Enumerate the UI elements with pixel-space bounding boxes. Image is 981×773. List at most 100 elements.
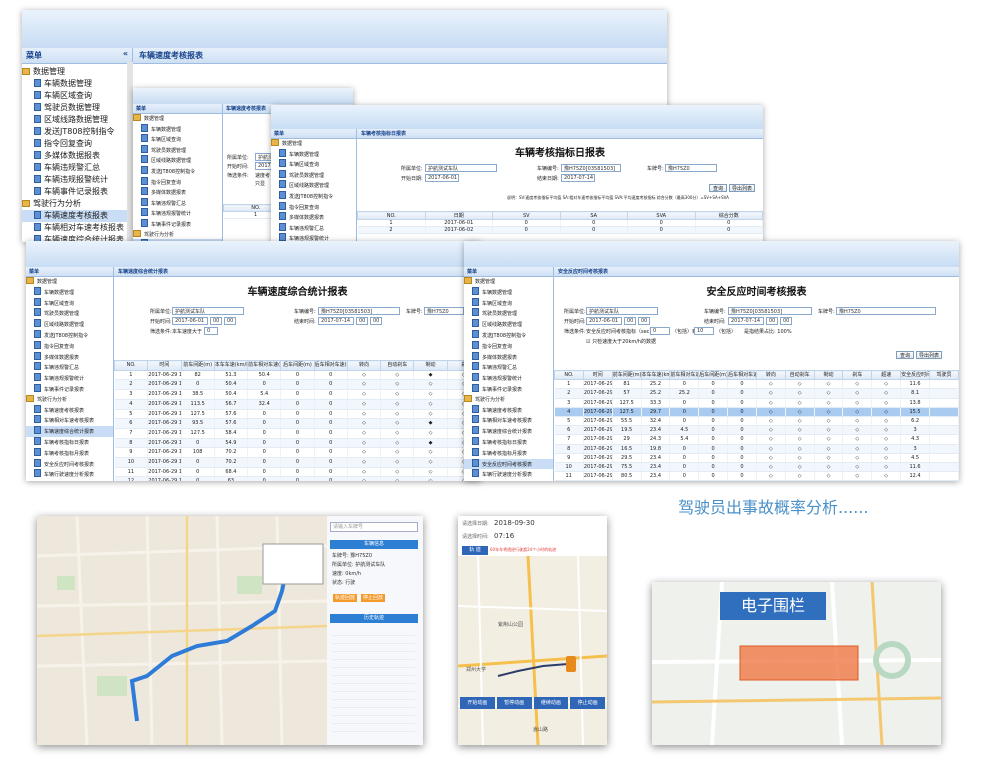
max-reaction-input[interactable]: 10 <box>694 327 714 335</box>
tree-item[interactable]: 发送JT808控制指令 <box>26 329 113 341</box>
speed-only-checkbox[interactable]: ☑ 只检速度大于20km/h的数据 <box>586 338 656 345</box>
tree-item[interactable]: 车辆区域查询 <box>26 297 113 309</box>
tree-item[interactable]: 驾驶员数据管理 <box>22 102 132 114</box>
tree-item[interactable]: 车辆行驶速度分析报表 <box>464 469 553 480</box>
table-row[interactable]: 22017-06-29 17:58:48050.4000◇◇◇◇ <box>114 379 481 391</box>
tree-item[interactable]: 驾驶员数据管理 <box>271 169 356 181</box>
tree-group[interactable]: 驾驶行为分析 <box>22 198 132 210</box>
table-row[interactable]: 112017-06-29 18:04:0680.523.4000◇◇◇◇◇12.… <box>554 471 959 481</box>
table-row[interactable]: 112017-06-29 13:59:22068.4000◇◇◇◇ <box>114 467 481 478</box>
start-date-input[interactable]: 2017-06-01 <box>425 174 459 182</box>
column-header[interactable]: 后车间距(m) <box>280 360 315 371</box>
animation-button[interactable]: 停止动画 <box>570 697 605 709</box>
car-select[interactable]: 豫H75Z0[03581503] <box>728 307 812 315</box>
tree-item[interactable]: 发送JT808控制指令 <box>22 126 132 138</box>
end-date-input[interactable]: 2017-07-14 <box>561 174 595 182</box>
end-hour-select[interactable]: 00 <box>356 317 368 325</box>
tree-item[interactable]: 区域线路数据管理 <box>22 114 132 126</box>
tree-item[interactable]: 车辆速度综合统计报表 <box>26 426 113 437</box>
tree-item[interactable]: 车辆区域查询 <box>271 159 356 170</box>
column-header[interactable]: 时间 <box>147 360 182 371</box>
tree-item[interactable]: 车辆考核指标日报表 <box>26 436 113 448</box>
replay-button[interactable]: 轨迹回放 <box>333 594 357 602</box>
tree-item[interactable]: 车辆违规报警统计 <box>464 373 553 384</box>
tree-item[interactable]: 车辆速度考核报表 <box>464 404 553 416</box>
tree-item[interactable]: 车辆行驶速度分析报表 <box>26 469 113 480</box>
column-header[interactable]: SV <box>492 211 561 220</box>
tree-item[interactable]: 车辆相对车速考核报表 <box>22 222 132 234</box>
tree-item[interactable]: 指令回复查询 <box>271 201 356 213</box>
tree-group[interactable]: 数据管理 <box>464 277 553 287</box>
tree-item[interactable]: 发送JT808控制指令 <box>464 329 553 341</box>
tree-item[interactable]: 车辆违规警汇总 <box>22 162 132 174</box>
export-button[interactable]: 导出列表 <box>916 351 942 359</box>
table-row[interactable]: 12017-06-29 18:05:428125.2000◇◇◇◇◇11.6 <box>554 379 959 390</box>
table-row[interactable]: 92017-06-29 18:04:3129.523.4000◇◇◇◇◇4.5 <box>554 453 959 464</box>
animation-button[interactable]: 开始动画 <box>460 697 495 709</box>
table-row[interactable]: 72017-06-29 17:48:11127.558.4000◇◇◇◇ <box>114 428 481 439</box>
tree-item[interactable]: 车辆数据管理 <box>464 286 553 298</box>
table-row[interactable]: 122017-06-29 13:59:22063000◇◇◇◇ <box>114 476 481 481</box>
column-header[interactable]: 时间 <box>582 369 613 381</box>
tree-item[interactable]: 车辆违规警汇总 <box>26 362 113 373</box>
track-tab[interactable]: 轨 迹 <box>462 546 488 555</box>
start-date-input[interactable]: 2017-06-01 <box>172 317 208 325</box>
tree-item[interactable]: 车辆数据管理 <box>22 78 132 90</box>
table-row[interactable]: 102017-06-29 18:04:1175.523.4000◇◇◇◇◇11.… <box>554 462 959 473</box>
tree-item[interactable]: 车辆数据管理 <box>133 123 222 135</box>
table-row[interactable]: 62017-06-29 17:48:1693.557.6000◇◇◆◇ <box>114 418 481 429</box>
table-row[interactable]: 62017-06-29 18:05:0119.523.44.500◇◇◇◇◇3 <box>554 425 959 436</box>
tree-item[interactable]: 指令回复查询 <box>133 176 222 188</box>
table-row[interactable]: 92017-06-29 13:59:2910870.2000◇◇◇◇ <box>114 447 481 459</box>
tree-item[interactable]: 车辆速度考核报表 <box>22 210 132 222</box>
column-header[interactable]: 前车相对车速(km/h) <box>247 360 282 371</box>
table-row[interactable]: 52017-06-29 17:58:18127.557.6000◇◇◇◇ <box>114 409 481 420</box>
tree-item[interactable]: 车辆违规报警统计 <box>22 174 132 186</box>
tree-group[interactable]: 驾驶行为分析 <box>26 394 113 405</box>
tree-item[interactable]: 车辆速度综合统计报表 <box>464 426 553 437</box>
tree-item[interactable]: 车辆数据管理 <box>271 148 356 160</box>
plate-input[interactable]: 豫H75Z0 <box>424 307 464 315</box>
car-select[interactable]: 豫H75Z0[03581503] <box>561 164 621 172</box>
column-header[interactable]: 后车相对车速(km/h) <box>727 369 757 381</box>
query-button[interactable]: 查询 <box>709 184 727 192</box>
column-header[interactable]: 超速 <box>871 369 902 381</box>
tree-item[interactable]: 车辆事件记录报表 <box>464 383 553 395</box>
table-row[interactable]: 102017-06-29 13:59:24070.2000◇◇◇◇ <box>114 457 481 468</box>
table-row[interactable]: 32017-06-29 17:58:3338.550.45.400◇◇◇◇ <box>114 389 481 400</box>
end-minute-select[interactable]: 00 <box>780 317 792 325</box>
tree-item[interactable]: 多媒体数据报表 <box>22 150 132 162</box>
tree-item[interactable]: 车辆违规警汇总 <box>271 222 356 234</box>
tree-item[interactable]: 驾驶员数据管理 <box>133 144 222 156</box>
tree-group[interactable]: 数据管理 <box>271 139 356 149</box>
tree-item[interactable]: 指令回复查询 <box>22 138 132 150</box>
query-button[interactable]: 查询 <box>896 351 914 359</box>
tree-item[interactable]: 区域线路数据管理 <box>271 180 356 191</box>
start-hour-select[interactable]: 00 <box>624 317 636 325</box>
table-row[interactable]: 1 2017-06-01 0 0 0 0 <box>357 219 763 227</box>
tree-item[interactable]: 发送JT808控制指令 <box>271 190 356 202</box>
tree-item[interactable]: 指令回复查询 <box>464 340 553 352</box>
tree-item[interactable]: 车辆区域查询 <box>133 134 222 145</box>
tree-item[interactable]: 车辆事件记录报表 <box>133 218 222 230</box>
column-header[interactable]: NO. <box>554 369 584 381</box>
tree-item[interactable]: 车辆考核指标日报表 <box>464 436 553 448</box>
end-hour-select[interactable]: 00 <box>766 317 778 325</box>
tree-group[interactable]: 驾驶行为分析 <box>464 394 553 405</box>
tree-group[interactable]: 数据管理 <box>22 66 132 78</box>
tree-item[interactable]: 车辆考核指标月报表 <box>26 447 113 459</box>
collapse-icon[interactable]: « <box>123 49 128 58</box>
export-button[interactable]: 导出列表 <box>729 184 755 192</box>
tree-item[interactable]: 区域线路数据管理 <box>464 319 553 330</box>
table-row[interactable]: 42017-06-29 17:58:23113.556.732.400◇◇◇◇ <box>114 399 481 410</box>
start-minute-select[interactable]: 00 <box>224 317 236 325</box>
date-value[interactable]: 2018-09-30 <box>494 519 535 527</box>
column-header[interactable]: 前车间距(m) <box>611 369 642 381</box>
column-header[interactable]: 转向 <box>755 369 786 381</box>
min-reaction-input[interactable]: 0 <box>650 327 670 335</box>
start-minute-select[interactable]: 00 <box>638 317 650 325</box>
geofence-area[interactable] <box>739 645 859 681</box>
column-header[interactable]: 安全反应时间(s) <box>900 369 930 381</box>
tree-item[interactable]: 多媒体数据报表 <box>133 187 222 198</box>
column-header[interactable]: 日期 <box>424 211 493 220</box>
